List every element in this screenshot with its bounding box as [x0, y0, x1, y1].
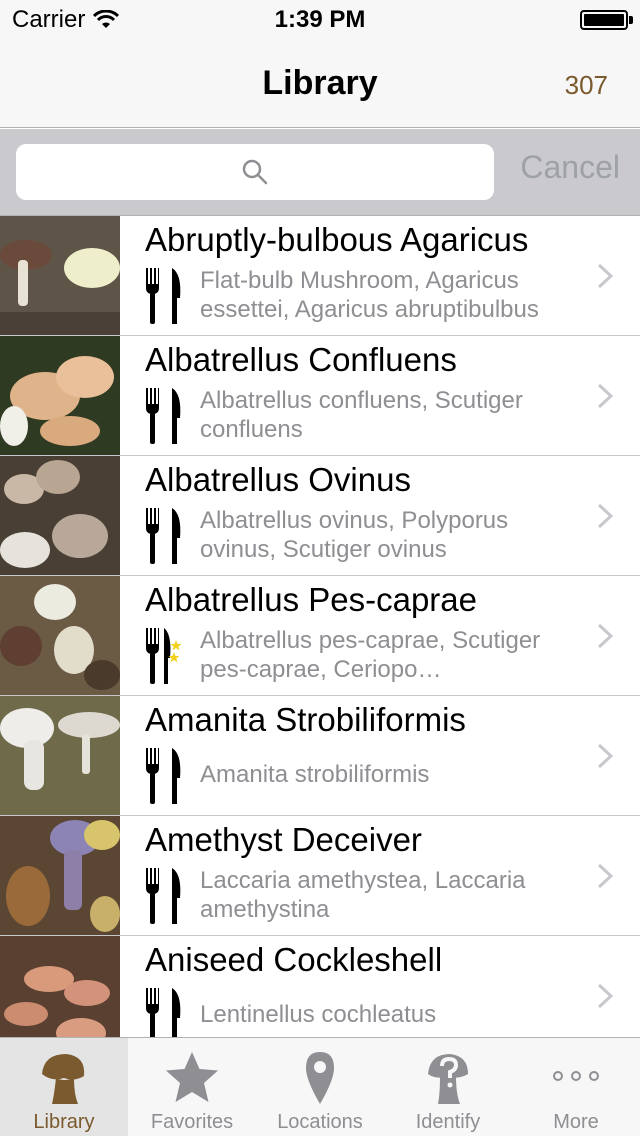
item-title: Albatrellus Pes-caprae: [145, 581, 477, 618]
item-title: Abruptly-bulbous Agaricus: [145, 221, 529, 258]
list-item[interactable]: Albatrellus Pes-caprae Albatrellus pes-c…: [0, 576, 640, 696]
item-subtitle: Albatrellus ovinus, Polyporus ovinus, Sc…: [200, 507, 509, 563]
battery-icon: [580, 10, 628, 30]
fork-knife-icon: [146, 868, 181, 924]
fork-knife-stars-icon: [146, 628, 182, 684]
mushroom-photo: [0, 576, 120, 695]
tab-bar: Library Favorites Locations Identify Mor…: [0, 1037, 640, 1136]
mushroom-photo: [0, 696, 120, 815]
chevron-right-icon: [597, 743, 614, 769]
tab-label: Identify: [415, 1111, 481, 1133]
mushroom-photo: [0, 216, 120, 335]
list-item[interactable]: Aniseed Cockleshell Lentinellus cochleat…: [0, 936, 640, 1037]
item-subtitle: Flat-bulb Mushroom, Agaricus essettei, A…: [200, 267, 539, 323]
fork-knife-icon: [146, 988, 181, 1037]
tab-library[interactable]: Library: [0, 1038, 128, 1136]
chevron-right-icon: [597, 983, 614, 1009]
navigation-bar: Library 307: [0, 40, 640, 128]
list-item[interactable]: Albatrellus Confluens Albatrellus conflu…: [0, 336, 640, 456]
search-icon: [242, 159, 268, 185]
item-title: Amanita Strobiliformis: [145, 701, 466, 738]
item-subtitle: Lentinellus cochleatus: [200, 1001, 437, 1028]
page-title: Library: [262, 64, 378, 102]
more-dots-icon: [553, 1071, 599, 1081]
mushroom-photo: [0, 336, 120, 455]
map-pin-icon: [306, 1052, 334, 1104]
tab-label: Library: [33, 1111, 95, 1133]
fork-knife-icon: [146, 508, 181, 564]
species-list: Abruptly-bulbous Agaricus Flat-bulb Mush…: [0, 216, 640, 1037]
status-time: 1:39 PM: [274, 6, 366, 33]
list-item[interactable]: Abruptly-bulbous Agaricus Flat-bulb Mush…: [0, 216, 640, 336]
star-icon: [166, 1052, 218, 1102]
question-mushroom-icon: [428, 1054, 468, 1104]
tab-favorites[interactable]: Favorites: [128, 1038, 256, 1136]
cancel-button[interactable]: Cancel: [520, 149, 620, 186]
item-title: Albatrellus Ovinus: [145, 461, 411, 498]
item-title: Albatrellus Confluens: [145, 341, 457, 378]
item-title: Aniseed Cockleshell: [145, 941, 443, 978]
mushroom-icon: [42, 1054, 85, 1104]
tab-identify[interactable]: Identify: [384, 1038, 512, 1136]
chevron-right-icon: [597, 623, 614, 649]
tab-label: More: [553, 1111, 599, 1133]
search-input[interactable]: [16, 144, 494, 200]
tab-label: Locations: [277, 1111, 363, 1133]
search-bar: Cancel: [0, 129, 640, 216]
fork-knife-icon: [146, 268, 181, 324]
mushroom-photo: [0, 456, 120, 575]
item-subtitle: Albatrellus confluens, Scutiger confluen…: [200, 387, 523, 443]
list-item[interactable]: Amethyst Deceiver Laccaria amethystea, L…: [0, 816, 640, 936]
tab-label: Favorites: [150, 1111, 234, 1133]
item-subtitle: Amanita strobiliformis: [200, 761, 430, 788]
item-subtitle: Albatrellus pes-caprae, Scutiger pes-cap…: [200, 627, 541, 683]
list-item[interactable]: Albatrellus Ovinus Albatrellus ovinus, P…: [0, 456, 640, 576]
item-subtitle: Laccaria amethystea, Laccaria amethystin…: [200, 867, 526, 923]
item-title: Amethyst Deceiver: [145, 821, 422, 858]
chevron-right-icon: [597, 383, 614, 409]
chevron-right-icon: [597, 863, 614, 889]
status-bar: Carrier 1:39 PM: [0, 0, 640, 40]
chevron-right-icon: [597, 263, 614, 289]
tab-locations[interactable]: Locations: [256, 1038, 384, 1136]
list-item[interactable]: Amanita Strobiliformis Amanita strobilif…: [0, 696, 640, 816]
fork-knife-icon: [146, 388, 181, 444]
fork-knife-icon: [146, 748, 181, 804]
mushroom-photo: [0, 816, 120, 935]
item-count: 307: [564, 70, 608, 100]
tab-more[interactable]: More: [512, 1038, 640, 1136]
mushroom-photo: [0, 936, 120, 1037]
chevron-right-icon: [597, 503, 614, 529]
